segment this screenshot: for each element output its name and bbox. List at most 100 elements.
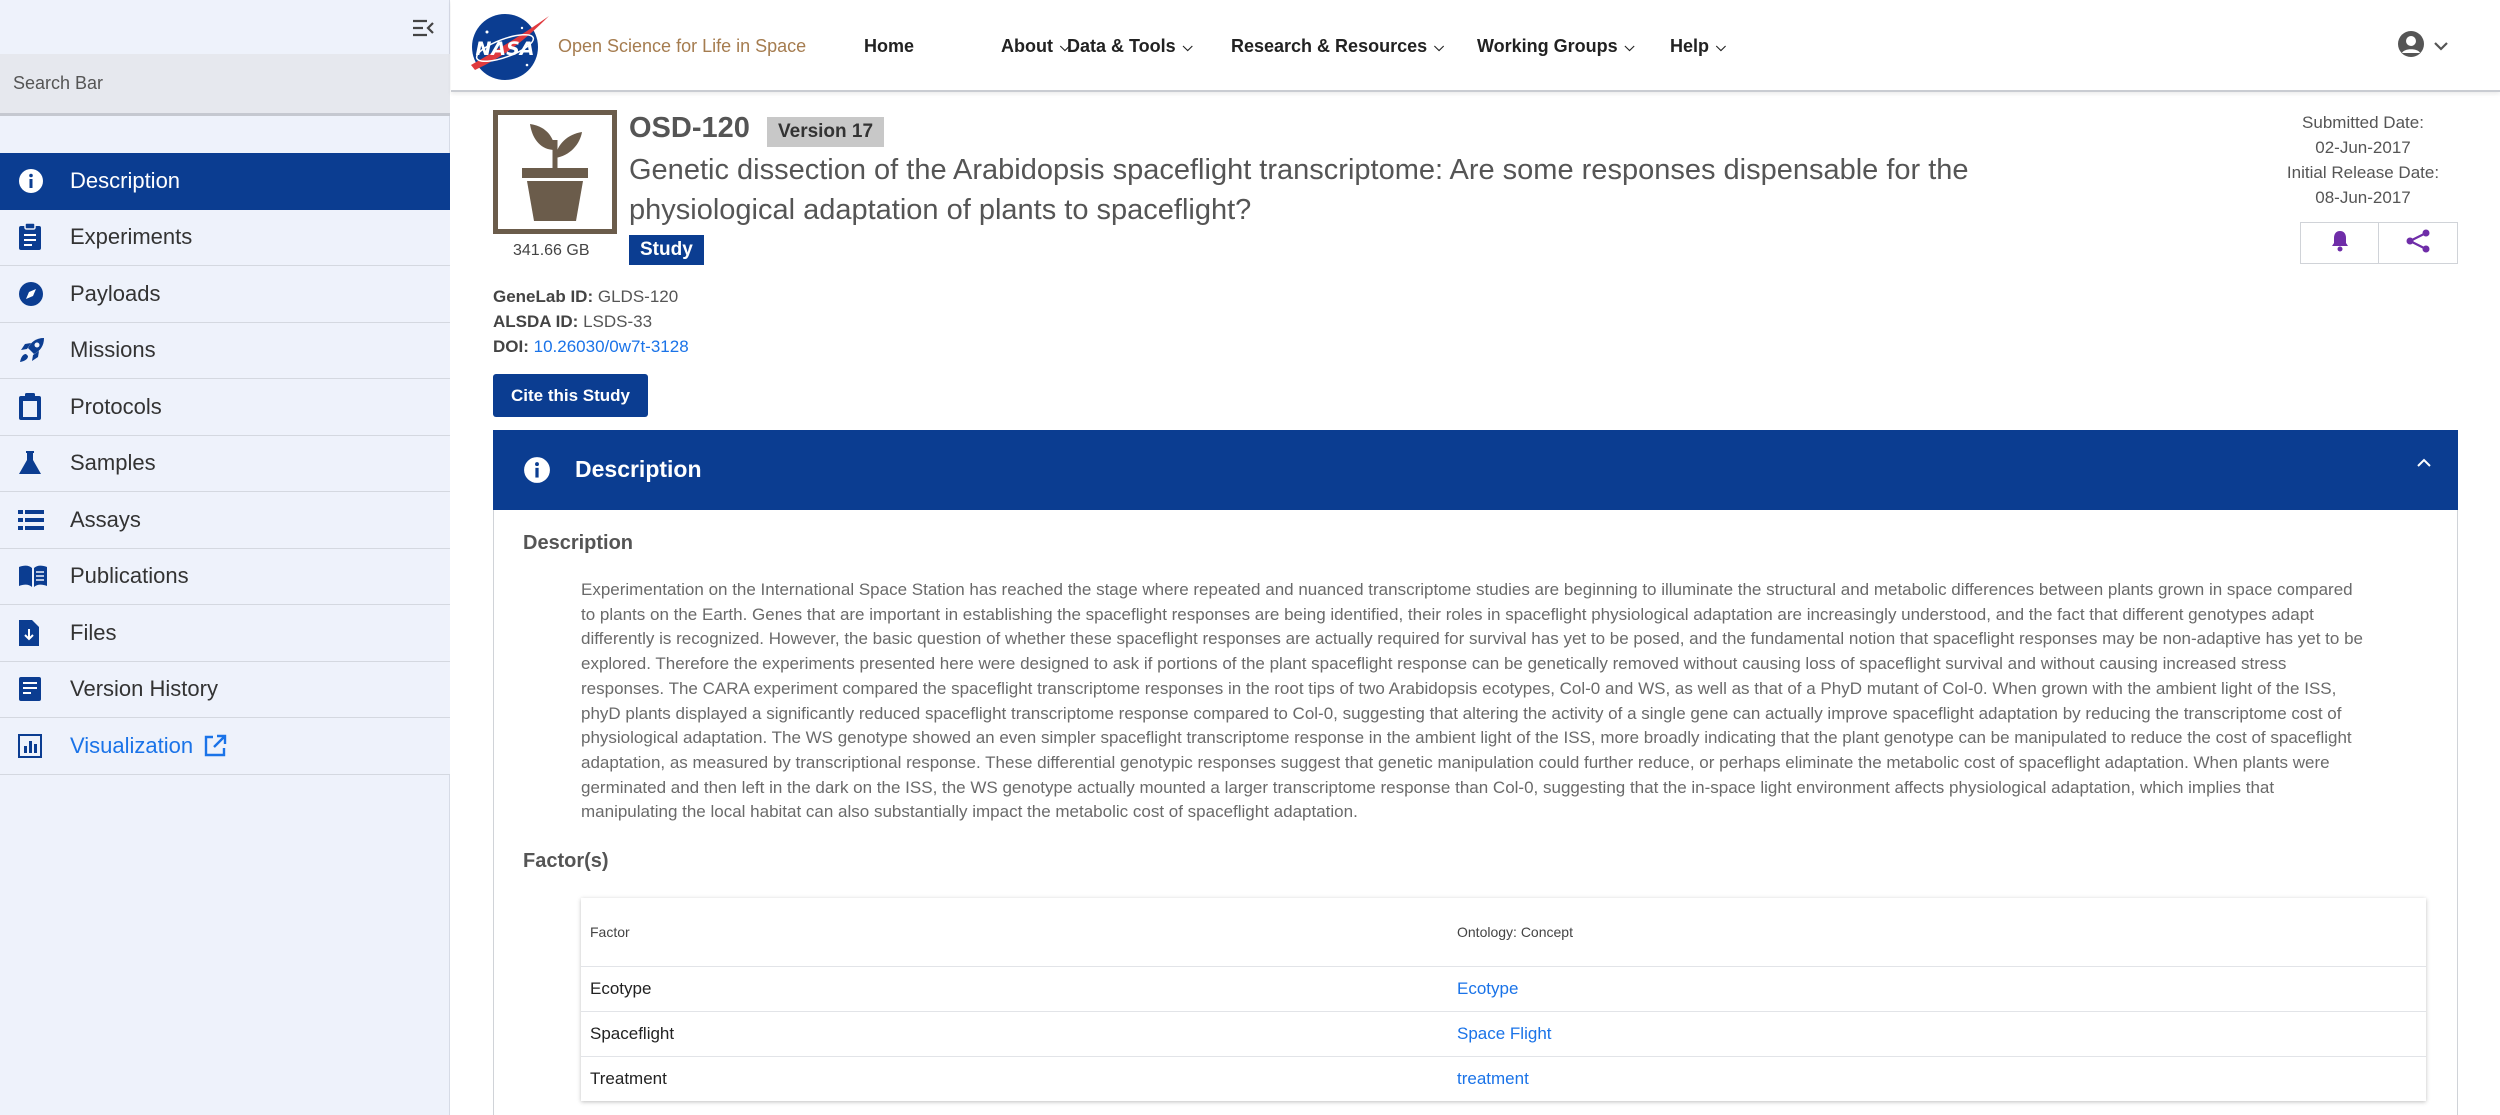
sidebar-item-label: Missions [70,337,156,363]
alsda-value: LSDS-33 [583,312,653,331]
sidebar-item-label: Description [70,167,181,193]
study-actions [2300,222,2458,264]
dataset-size: 341.66 GB [513,242,590,259]
cite-study-button[interactable]: Cite this Study [493,374,648,417]
chevron-down-icon [2433,38,2449,56]
info-icon [523,456,551,489]
sidebar-item-experiments[interactable]: Experiments [0,209,450,266]
chevron-down-icon: ⌵ [1434,38,1444,54]
chevron-up-icon[interactable] [2416,456,2432,474]
search-input[interactable]: Search Bar [0,54,450,116]
submitted-date: 02-Jun-2017 [2315,138,2411,157]
study-id: OSD-120 [629,112,750,144]
chevron-down-icon: ⌵ [1182,38,1193,54]
genelab-id: GeneLab ID: GLDS-120 [493,287,679,306]
column-header-ontology: Ontology: Concept [1457,924,1573,940]
sidebar: Search Bar Description Experiments Paylo… [0,0,450,1115]
table-row: Treatment treatment [581,1056,2426,1101]
menu-research-resources[interactable]: Research & Resources ⌵ [1231,36,1444,57]
share-icon [2405,229,2431,258]
user-avatar-icon [2397,30,2425,63]
sidebar-item-label: Experiments [70,224,193,250]
factor-cell: Treatment [590,1069,667,1088]
clipboard-list-icon [18,222,52,252]
sidebar-item-version-history[interactable]: Version History [0,661,450,718]
brand-title[interactable]: Open Science for Life in Space [558,36,806,57]
main-content: 341.66 GB OSD-120 Version 17 Genetic dis… [451,92,2500,1115]
sidebar-item-files[interactable]: Files [0,605,450,662]
sidebar-item-label: Version History [70,676,218,702]
history-icon [18,674,52,704]
table-header-row: Factor Ontology: Concept [581,898,2426,966]
sidebar-item-label: Publications [70,563,189,589]
rocket-icon [18,335,52,365]
notify-button[interactable] [2300,222,2379,264]
doi-label: DOI [493,337,524,356]
doi-link[interactable]: 10.26030/0w7t-3128 [534,337,689,356]
book-icon [18,561,52,591]
sidebar-item-label: Protocols [70,393,162,419]
description-text: Experimentation on the International Spa… [581,580,2363,822]
compass-icon [18,279,52,309]
description-section-title: Description [523,532,634,554]
submitted-label: Submitted Date: [2302,113,2424,132]
chart-icon [18,731,52,761]
collapse-sidebar-icon[interactable] [406,14,440,42]
description-panel-header[interactable]: Description [493,430,2458,510]
genelab-value: GLDS-120 [597,287,679,306]
ontology-link[interactable]: Space Flight [1457,1024,1552,1043]
chevron-down-icon: ⌵ [1716,38,1726,54]
sidebar-item-visualization[interactable]: Visualization [0,718,450,775]
sidebar-item-publications[interactable]: Publications [0,548,450,605]
column-header-factor: Factor [590,924,630,940]
sidebar-item-label: Samples [70,450,156,476]
menu-working-groups[interactable]: Working Groups ⌵ [1477,36,1635,57]
info-icon [18,166,52,196]
alsda-label: ALSDA ID [493,312,573,331]
sidebar-item-samples[interactable]: Samples [0,435,450,492]
share-button[interactable] [2379,222,2458,264]
description-panel-body: Description Experimentation on the Inter… [493,510,2458,1115]
menu-about[interactable]: About ⌵ [1001,36,1070,57]
chevron-down-icon: ⌵ [1624,38,1635,54]
menu-home[interactable]: Home [864,36,914,57]
doi: DOI: 10.26030/0w7t-3128 [493,337,689,356]
study-type-badge: Study [629,235,704,265]
sidebar-item-label: Payloads [70,280,161,306]
sidebar-item-description[interactable]: Description [0,153,450,210]
alsda-id: ALSDA ID: LSDS-33 [493,312,653,331]
study-dates: Submitted Date: 02-Jun-2017 Initial Rele… [2270,110,2456,210]
menu-help[interactable]: Help ⌵ [1670,36,1726,57]
genelab-label: GeneLab ID [493,287,588,306]
user-menu[interactable] [2397,30,2449,63]
external-link-icon [203,734,227,758]
sidebar-item-protocols[interactable]: Protocols [0,379,450,436]
menu-label: Home [864,36,915,56]
sidebar-item-label: Assays [70,506,141,532]
release-label: Initial Release Date: [2286,163,2440,182]
nasa-logo[interactable]: NASA [467,10,551,80]
factor-cell: Spaceflight [590,1024,675,1043]
table-row: Ecotype Ecotype [581,966,2426,1011]
sidebar-item-payloads[interactable]: Payloads [0,266,450,323]
clipboard-icon [18,392,52,422]
menu-label: Research & Resources [1231,36,1428,56]
menu-data-tools[interactable]: Data & Tools ⌵ [1067,36,1193,57]
menu-label: Working Groups [1477,36,1618,56]
ontology-link[interactable]: Ecotype [1457,979,1518,998]
factors-section-title: Factor(s) [523,850,609,872]
ontology-link[interactable]: treatment [1457,1069,1529,1088]
sidebar-item-missions[interactable]: Missions [0,322,450,379]
menu-label: Help [1670,36,1710,56]
sidebar-item-assays[interactable]: Assays [0,492,450,549]
sidebar-item-label: Files [70,619,117,645]
version-badge: Version 17 [767,117,885,147]
flask-icon [18,448,52,478]
page-title: Genetic dissection of the Arabidopsis sp… [629,154,1969,226]
table-row: Spaceflight Space Flight [581,1011,2426,1056]
bell-icon [2330,230,2350,257]
factors-table: Factor Ontology: Concept Ecotype Ecotype… [581,898,2426,1101]
svg-text:NASA: NASA [476,38,535,60]
top-navbar: NASA Open Science for Life in Space Home… [451,0,2500,92]
sidebar-item-label: Visualization [70,732,194,758]
